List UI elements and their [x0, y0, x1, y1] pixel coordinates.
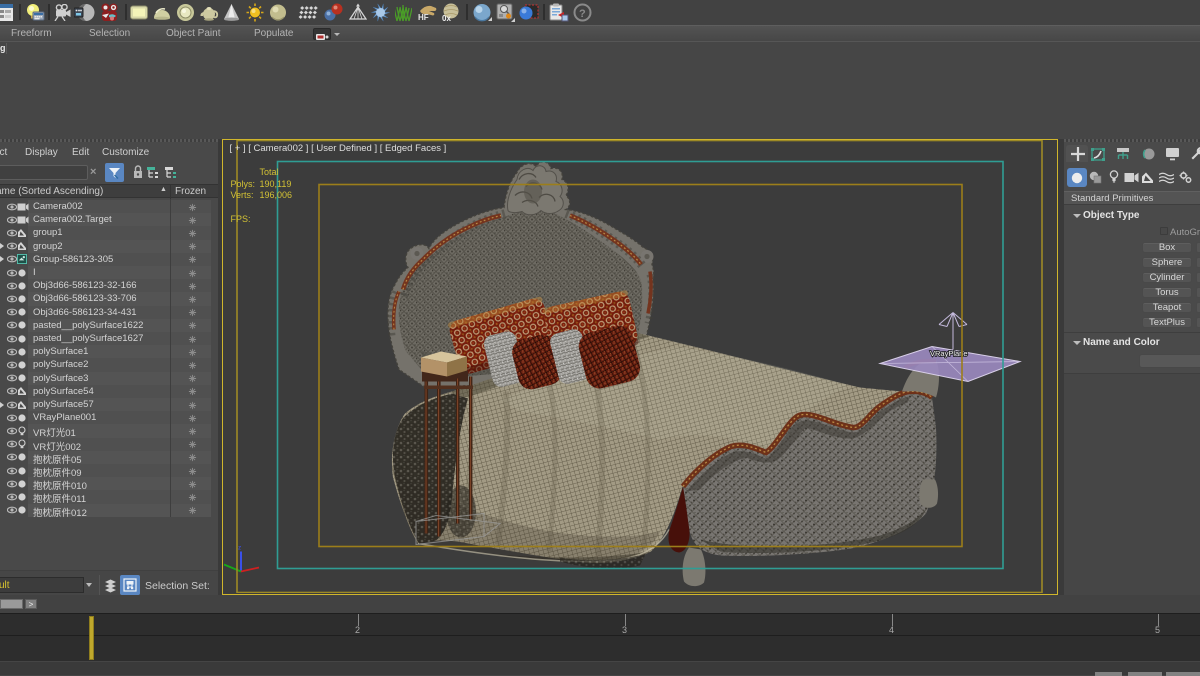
svg-text:?: ? [579, 8, 586, 20]
svg-text:HF: HF [418, 13, 429, 22]
svg-text:z: z [238, 545, 241, 552]
svg-text:0x: 0x [442, 14, 451, 22]
